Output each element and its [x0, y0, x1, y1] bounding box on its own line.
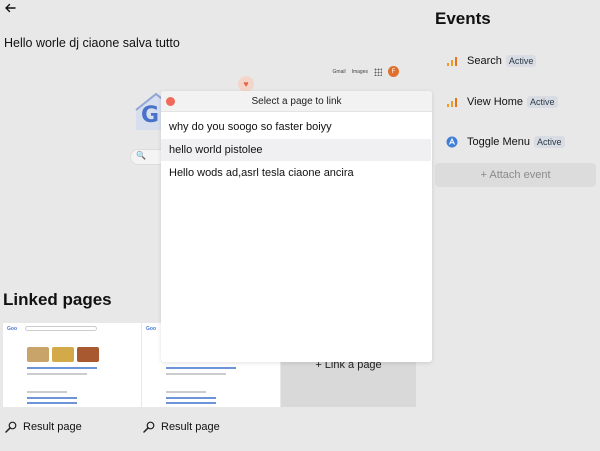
avatar: F	[388, 66, 399, 77]
modal-title: Select a page to link	[251, 96, 342, 107]
magnifier-icon	[5, 421, 17, 433]
linked-page-name: Result page	[161, 421, 220, 433]
thumbnail-line	[27, 373, 87, 375]
event-search[interactable]: Search Active	[446, 52, 537, 70]
thumbnail-line	[27, 367, 97, 369]
magnifier-icon	[143, 421, 155, 433]
preview-top-links: Gmail Images F	[333, 66, 399, 77]
event-view-home[interactable]: View Home Active	[446, 93, 558, 111]
page-option-selected[interactable]: hello world pistolee	[161, 139, 431, 161]
apps-grid-icon	[374, 67, 382, 76]
preview-link-gmail: Gmail	[332, 68, 346, 75]
analytics-icon	[447, 98, 457, 107]
status-badge: Active	[527, 96, 558, 108]
thumbnail-line	[166, 402, 216, 404]
event-label: Search	[467, 55, 502, 67]
svg-text:G: G	[141, 103, 159, 128]
thumbnail-image	[27, 347, 49, 362]
thumbnail-line	[27, 402, 77, 404]
page-option[interactable]: why do you soogo so faster boiyy	[161, 116, 431, 138]
search-icon: 🔍	[136, 151, 146, 160]
linked-pages-title: Linked pages	[3, 290, 112, 309]
heart-icon: ♥	[238, 76, 254, 92]
event-toggle-menu[interactable]: Toggle Menu Active	[446, 133, 565, 151]
thumbnail-line	[166, 391, 206, 393]
thumbnail-line	[166, 397, 216, 399]
thumbnail-image	[52, 347, 74, 362]
event-label: View Home	[467, 96, 524, 108]
thumbnail-line	[27, 397, 77, 399]
thumbnail-line	[27, 391, 67, 393]
thumbnail-logo: Goo	[146, 326, 156, 332]
thumbnail-logo: Goo	[7, 326, 17, 332]
preview-link-images: Images	[351, 68, 368, 75]
event-label: Toggle Menu	[467, 136, 530, 148]
modal-header: Select a page to link	[161, 91, 432, 112]
app-icon	[446, 136, 458, 148]
thumbnail-search-bar	[25, 326, 97, 331]
status-badge: Active	[505, 55, 537, 67]
page-option[interactable]: Hello wods ad,asrl tesla ciaone ancira	[161, 162, 431, 184]
linked-page-thumbnail[interactable]: Goo	[3, 323, 141, 407]
analytics-icon	[447, 57, 457, 66]
thumbnail-image	[77, 347, 99, 362]
thumbnail-line	[166, 373, 226, 375]
linked-page-label[interactable]: Result page	[5, 421, 82, 433]
page-title: Hello worle dj ciaone salva tutto	[4, 36, 180, 50]
linked-page-label[interactable]: Result page	[143, 421, 220, 433]
status-badge: Active	[534, 136, 565, 148]
back-arrow-icon[interactable]	[3, 1, 17, 15]
events-title: Events	[435, 9, 491, 28]
linked-page-name: Result page	[23, 421, 82, 433]
thumbnail-line	[166, 367, 236, 369]
attach-event-button[interactable]: + Attach event	[435, 163, 596, 187]
select-page-modal: Select a page to link why do you soogo s…	[161, 91, 432, 362]
